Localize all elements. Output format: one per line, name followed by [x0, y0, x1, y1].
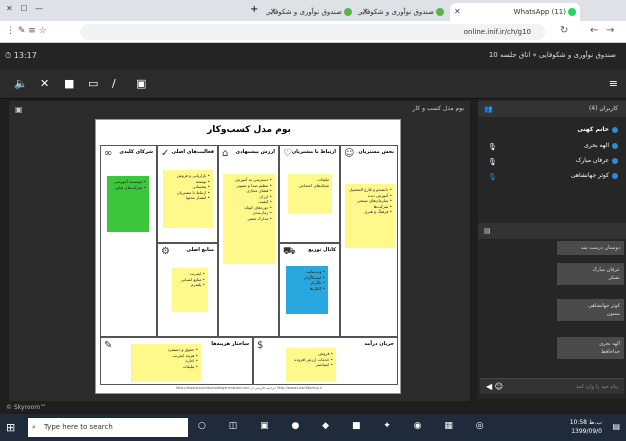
cell-customer-relations: ارتباط با مشتریان ♡ تبلیغات شبکه‌های اجت…	[279, 145, 340, 243]
close-icon[interactable]: ✕	[454, 3, 461, 21]
customers-icon: ☺	[344, 148, 355, 159]
window-controls[interactable]: ✕ ☐ —	[6, 4, 43, 13]
participants-header: کاربران (4) 👥	[478, 101, 626, 117]
browser-menu-icons[interactable]: ⋮ ✎ ≡ ☆	[6, 26, 47, 36]
tag-icon: ✎	[104, 340, 113, 351]
whatsapp-icon	[568, 8, 576, 16]
tab-room-1[interactable]: ✕ صندوق نوآوری و شکوفایی - اتاق...	[358, 3, 448, 21]
tab-title: صندوق نوآوری و شکوفایی - اتاق...	[266, 8, 342, 16]
close-icon[interactable]: ✕	[270, 3, 277, 21]
cell-key-partners: شرکای کلیدی ∞ • موسسه آموزشی • شرکت‌های …	[100, 145, 157, 337]
tab-title: (11) WhatsApp	[513, 8, 566, 16]
new-tab-button[interactable]: +	[250, 4, 258, 15]
canvas-title: بوم مدل کسب‌وکار	[207, 125, 291, 135]
pen-icon[interactable]: /	[112, 78, 116, 90]
presentation-panel: ▣ بوم مدل کسب و کار بوم مدل کسب‌وکار بخش…	[9, 101, 470, 401]
user-icon	[612, 126, 618, 133]
panel-options-icon[interactable]: ▣	[15, 105, 23, 114]
status-bar: © Skyroom™	[0, 401, 626, 414]
tab-title: صندوق نوآوری و شکوفایی - اتاق...	[358, 8, 434, 16]
cell-cost-structure: ساختار هزینه‌ها ✎ • حقوق و دستمزد • هزین…	[100, 337, 253, 385]
user-icon	[612, 142, 618, 149]
gift-icon: ⌂	[222, 148, 229, 159]
cell-channels: کانال توزیع ⛟ • وب‌سایت • اینستاگرام • ت…	[279, 243, 340, 337]
user-icon	[612, 157, 618, 164]
back-icon[interactable]: ←	[590, 25, 598, 36]
chat-message: کوثر جهانشاهی ممنون	[557, 299, 624, 321]
room-title: صندوق نوآوری و شکوفایی » اتاق جلسه 10	[488, 51, 616, 59]
activities-icon: ✓	[161, 148, 170, 159]
truck-icon: ⛟	[283, 246, 296, 257]
cell-revenue-streams: جریان درآمد $ • فروش • خدمات ارزش افزوده…	[253, 337, 398, 385]
mic-off-icon[interactable]: ✕	[40, 78, 49, 90]
mic-icon: 🎙	[488, 173, 497, 181]
participant-3[interactable]: عرفان مبارک	[576, 157, 618, 164]
file-icon[interactable]: ▣	[136, 78, 146, 90]
money-icon: $	[257, 340, 264, 351]
taskbar-apps[interactable]: ○ ◫ ▣ ● ◆ ■ ✦ ◉ ▦ ◎	[198, 421, 494, 431]
tab-whatsapp[interactable]: ✕ (11) WhatsApp	[450, 3, 580, 21]
reload-icon[interactable]: ↻	[560, 25, 568, 36]
menu-icon[interactable]: ≡	[609, 78, 618, 90]
participant-2[interactable]: الهه بحری	[584, 142, 618, 149]
mic-icon: 🎙	[488, 143, 497, 151]
cell-customer-segments: بخش مشتریان ☺ • دانشجو و فارغ التحصیل • …	[340, 145, 398, 337]
chat-icon: ▤	[484, 227, 491, 235]
session-toolbar: 🔈 ✕ ■ ▭ / ▣ ≡	[0, 70, 626, 99]
notification-icon[interactable]: ▤	[612, 422, 620, 431]
users-icon: 👥	[484, 105, 493, 113]
screen-share-icon[interactable]: ▭	[88, 78, 98, 90]
send-icon[interactable]: ◀ ☺	[486, 382, 503, 391]
factory-icon: ⚙	[161, 246, 170, 257]
forward-icon[interactable]: →	[606, 25, 614, 36]
windows-start-icon[interactable]: ⊞	[6, 421, 15, 434]
url-text: online.inif.ir/ch/g10	[463, 28, 531, 36]
cell-key-resources: منابع اصلی ⚙ • اینترنت • منابع انسانی • …	[157, 243, 218, 337]
cell-value-proposition: ارزش پیشنهادی ⌂ • دسترسی به آموزش • تنظی…	[218, 145, 279, 337]
camera-icon[interactable]: ■	[64, 78, 74, 90]
chat-header: ▤	[478, 223, 626, 239]
taskbar: ⊞ ⌕ Type here to search ○ ◫ ▣ ● ◆ ■ ✦ ◉ …	[0, 414, 626, 441]
canvas-footer: http://www.businessmodelgeneration.com ت…	[175, 386, 323, 390]
search-icon: ⌕	[32, 423, 36, 431]
taskbar-search[interactable]: ⌕ Type here to search	[28, 418, 188, 437]
cell-key-activities: فعالیت‌های اصلی ✓ • بازاریابی و فروش • ت…	[157, 145, 218, 243]
tab-room-2[interactable]: ✕ صندوق نوآوری و شکوفایی - اتاق...	[266, 3, 356, 21]
chat-message: عرفان مبارک تشکر	[557, 263, 624, 285]
side-panel: کاربران (4) 👥 خانم کهنی الهه بحری عرفان …	[478, 99, 626, 399]
address-bar-row: ⋮ ✎ ≡ ☆ online.inif.ir/ch/g10 ↻ ← →	[0, 21, 626, 43]
business-model-canvas: بوم مدل کسب‌وکار بخش مشتریان ☺ • دانشجو …	[95, 119, 401, 394]
chat-placeholder: پیام خود را وارد کنید	[575, 384, 618, 390]
browser-tab-bar: ✕ (11) WhatsApp ✕ صندوق نوآوری و شکوفایی…	[0, 0, 626, 21]
url-field[interactable]: online.inif.ir/ch/g10	[80, 24, 545, 40]
user-icon	[612, 172, 618, 179]
panel-title: بوم مدل کسب و کار	[412, 105, 464, 112]
site-favicon-icon	[344, 8, 352, 16]
taskbar-clock[interactable]: 10:58 ب.ظ 1399/09/0	[570, 418, 602, 436]
app-header: ⏱ 13:17 صندوق نوآوری و شکوفایی » اتاق جل…	[0, 43, 626, 70]
chain-icon: ∞	[104, 148, 113, 159]
search-placeholder: Type here to search	[44, 423, 113, 431]
participant-1[interactable]: خانم کهنی	[577, 126, 618, 133]
close-icon[interactable]: ✕	[362, 3, 369, 21]
chat-input[interactable]: ◀ ☺ پیام خود را وارد کنید	[480, 378, 624, 394]
speaker-icon[interactable]: 🔈	[14, 78, 28, 90]
site-favicon-icon	[436, 8, 444, 16]
participant-4[interactable]: کوثر جهانشاهی	[571, 172, 618, 179]
clock: ⏱ 13:17	[5, 51, 37, 60]
chat-message: الهه بحری خداحافظ	[557, 337, 624, 359]
mic-icon: 🎙	[488, 158, 497, 166]
chat-message: دوستان درست شد	[557, 241, 624, 255]
heart-icon: ♡	[283, 148, 292, 159]
